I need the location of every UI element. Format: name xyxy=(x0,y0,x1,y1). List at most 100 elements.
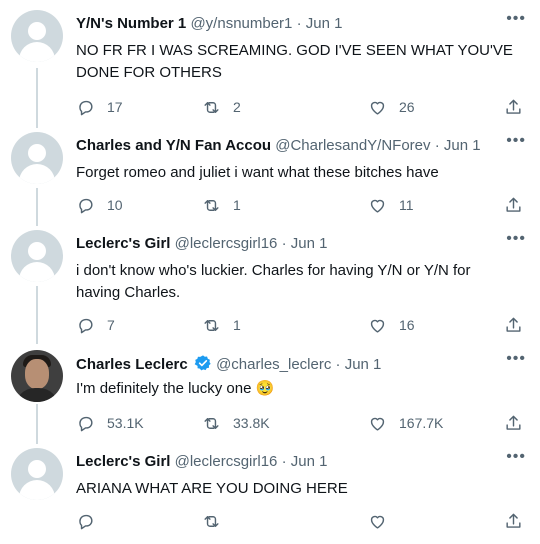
reply-icon xyxy=(79,100,93,115)
user-handle[interactable]: @charles_leclerc xyxy=(216,356,331,373)
reply-icon xyxy=(79,416,93,431)
tweet[interactable]: Y/N's Number 1 @y/nsnumber1 · Jun 1 ••• … xyxy=(0,10,540,122)
retweet-icon xyxy=(204,319,219,331)
avatar[interactable] xyxy=(11,350,63,402)
share-icon xyxy=(506,197,521,212)
retweet-count: 33.8K xyxy=(233,415,270,431)
tweet[interactable]: Charles and Y/N Fan Accou @CharlesandY/N… xyxy=(0,132,540,220)
tweet-actions: 17 2 26 xyxy=(76,96,526,120)
like-button[interactable] xyxy=(368,510,399,532)
separator-dot: · xyxy=(335,356,341,373)
share-icon xyxy=(506,513,521,528)
share-icon xyxy=(506,415,521,430)
reply-button[interactable]: 17 xyxy=(76,96,123,118)
tweet[interactable]: Charles Leclerc @charles_leclerc · Jun 1… xyxy=(0,350,540,440)
share-button[interactable] xyxy=(504,96,523,118)
retweet-count: 1 xyxy=(233,317,241,333)
tweet-actions xyxy=(76,510,526,534)
like-button[interactable]: 16 xyxy=(368,314,415,336)
retweet-icon xyxy=(204,101,219,113)
verified-badge-icon xyxy=(194,355,211,371)
retweet-icon xyxy=(204,515,219,527)
more-icon[interactable]: ••• xyxy=(506,132,526,150)
avatar[interactable] xyxy=(11,132,63,184)
like-count: 167.7K xyxy=(399,415,444,431)
user-handle[interactable]: @leclercsgirl16 xyxy=(175,235,278,252)
share-icon xyxy=(506,317,521,332)
more-icon[interactable]: ••• xyxy=(506,350,526,368)
retweet-button[interactable] xyxy=(202,510,233,532)
reply-icon xyxy=(79,318,93,333)
tweet-date[interactable]: Jun 1 xyxy=(444,137,481,154)
display-name[interactable]: Leclerc's Girl xyxy=(76,235,170,252)
tweet-header: Y/N's Number 1 @y/nsnumber1 · Jun 1 xyxy=(76,14,500,34)
tweet-actions: 53.1K 33.8K 167.7K xyxy=(76,412,526,436)
reply-icon xyxy=(79,198,93,213)
tweet-header: Leclerc's Girl @leclercsgirl16 · Jun 1 xyxy=(76,452,500,472)
tweet-text: Forget romeo and juliet i want what thes… xyxy=(76,164,439,181)
like-icon xyxy=(370,199,385,213)
reply-icon xyxy=(79,514,93,529)
user-handle[interactable]: @y/nsnumber1 xyxy=(190,15,292,32)
tweet-date[interactable]: Jun 1 xyxy=(291,235,328,252)
display-name[interactable]: Charles and Y/N Fan Accou xyxy=(76,137,271,154)
tweet[interactable]: Leclerc's Girl @leclercsgirl16 · Jun 1 •… xyxy=(0,448,540,538)
display-name[interactable]: Leclerc's Girl xyxy=(76,453,170,470)
like-count: 26 xyxy=(399,99,415,115)
retweet-icon xyxy=(204,417,219,429)
tweet-header: Leclerc's Girl @leclercsgirl16 · Jun 1 xyxy=(76,234,500,254)
reply-count: 53.1K xyxy=(107,415,144,431)
tweet-date[interactable]: Jun 1 xyxy=(345,356,382,373)
retweet-button[interactable]: 1 xyxy=(202,194,241,216)
tweet-text: NO FR FR I WAS SCREAMING. GOD I'VE SEEN … xyxy=(76,42,513,81)
reply-count: 7 xyxy=(107,317,115,333)
reply-button[interactable] xyxy=(76,510,107,532)
like-button[interactable]: 26 xyxy=(368,96,415,118)
separator-dot: · xyxy=(281,235,287,252)
retweet-button[interactable]: 33.8K xyxy=(202,412,270,434)
share-button[interactable] xyxy=(504,510,523,532)
like-button[interactable]: 11 xyxy=(368,194,414,216)
reply-button[interactable]: 10 xyxy=(76,194,123,216)
like-icon xyxy=(370,417,385,431)
tweet[interactable]: Leclerc's Girl @leclercsgirl16 · Jun 1 •… xyxy=(0,230,540,340)
share-button[interactable] xyxy=(504,412,523,434)
more-icon[interactable]: ••• xyxy=(506,10,526,28)
display-name[interactable]: Y/N's Number 1 xyxy=(76,15,186,32)
like-button[interactable]: 167.7K xyxy=(368,412,443,434)
like-icon xyxy=(370,319,385,333)
tweet-date[interactable]: Jun 1 xyxy=(291,453,328,470)
retweet-button[interactable]: 2 xyxy=(202,96,241,118)
like-icon xyxy=(370,101,385,115)
reply-button[interactable]: 7 xyxy=(76,314,115,336)
user-handle[interactable]: @CharlesandY/NForev xyxy=(275,137,430,154)
retweet-button[interactable]: 1 xyxy=(202,314,241,336)
tweet-date[interactable]: Jun 1 xyxy=(306,15,343,32)
separator-dot: · xyxy=(434,137,440,154)
share-button[interactable] xyxy=(504,314,523,336)
retweet-count: 1 xyxy=(233,197,241,213)
avatar[interactable] xyxy=(11,10,63,62)
tweet-text: I'm definitely the lucky one 🥹 xyxy=(76,380,275,397)
tweet-text: ARIANA WHAT ARE YOU DOING HERE xyxy=(76,480,348,497)
more-icon[interactable]: ••• xyxy=(506,448,526,466)
reply-button[interactable]: 53.1K xyxy=(76,412,144,434)
tweet-header: Charles Leclerc @charles_leclerc · Jun 1 xyxy=(76,354,500,375)
like-icon xyxy=(370,515,385,529)
more-icon[interactable]: ••• xyxy=(506,230,526,248)
share-icon xyxy=(506,99,521,114)
like-count: 16 xyxy=(399,317,415,333)
share-button[interactable] xyxy=(504,194,523,216)
separator-dot: · xyxy=(296,15,302,32)
display-name[interactable]: Charles Leclerc xyxy=(76,356,188,373)
user-handle[interactable]: @leclercsgirl16 xyxy=(175,453,278,470)
tweet-header: Charles and Y/N Fan Accou @CharlesandY/N… xyxy=(76,136,500,156)
like-count: 11 xyxy=(399,197,414,213)
avatar[interactable] xyxy=(11,448,63,500)
reply-thread: Y/N's Number 1 @y/nsnumber1 · Jun 1 ••• … xyxy=(0,0,540,544)
tweet-actions: 10 1 11 xyxy=(76,194,526,218)
separator-dot: · xyxy=(281,453,287,470)
retweet-count: 2 xyxy=(233,99,241,115)
retweet-icon xyxy=(204,199,219,211)
avatar[interactable] xyxy=(11,230,63,282)
